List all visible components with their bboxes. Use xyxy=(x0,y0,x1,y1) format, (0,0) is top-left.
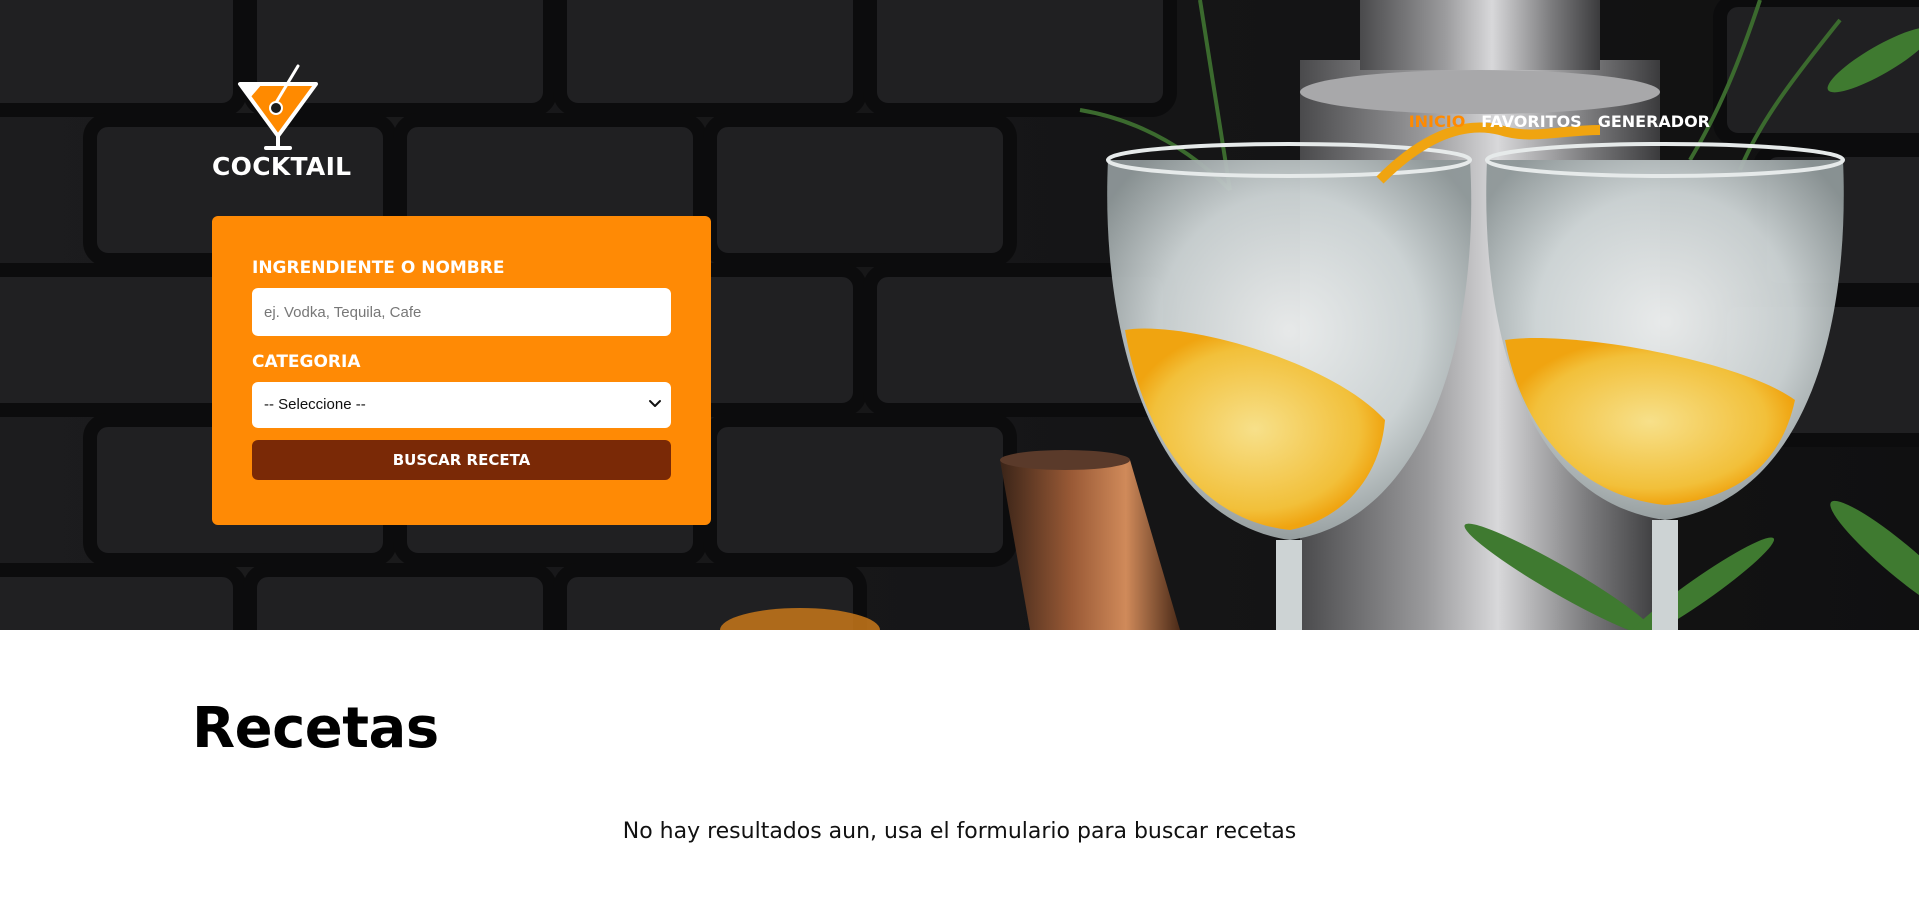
nav-link-inicio[interactable]: Inicio xyxy=(1409,112,1466,131)
category-select[interactable]: -- Seleccione -- xyxy=(252,382,671,428)
empty-results-message: No hay resultados aun, usa el formulario… xyxy=(622,819,1297,844)
name-field-label: Ingrendiente o Nombre xyxy=(252,258,505,278)
logo[interactable]: COCKTAIL xyxy=(212,62,351,182)
logo-text: COCKTAIL xyxy=(212,152,352,181)
results-title: Recetas xyxy=(192,696,439,761)
results-section: Recetas No hay resultados aun, usa el fo… xyxy=(0,630,1919,921)
site-header: COCKTAIL Inicio Favoritos Generador xyxy=(212,62,1710,182)
category-select-value: -- Seleccione -- xyxy=(264,396,366,413)
search-form: Ingrendiente o Nombre Categoria -- Selec… xyxy=(212,216,711,525)
main-nav: Inicio Favoritos Generador xyxy=(1409,112,1710,131)
ingredient-name-input[interactable] xyxy=(252,288,671,336)
nav-link-favoritos[interactable]: Favoritos xyxy=(1481,112,1581,131)
hero-banner: COCKTAIL Inicio Favoritos Generador Ingr… xyxy=(0,0,1919,630)
search-recipe-button[interactable]: Buscar Receta xyxy=(252,440,671,480)
nav-link-generador[interactable]: Generador xyxy=(1598,112,1710,131)
category-field-label: Categoria xyxy=(252,352,361,372)
martini-glass-icon xyxy=(238,64,318,150)
chevron-down-icon xyxy=(649,400,661,407)
